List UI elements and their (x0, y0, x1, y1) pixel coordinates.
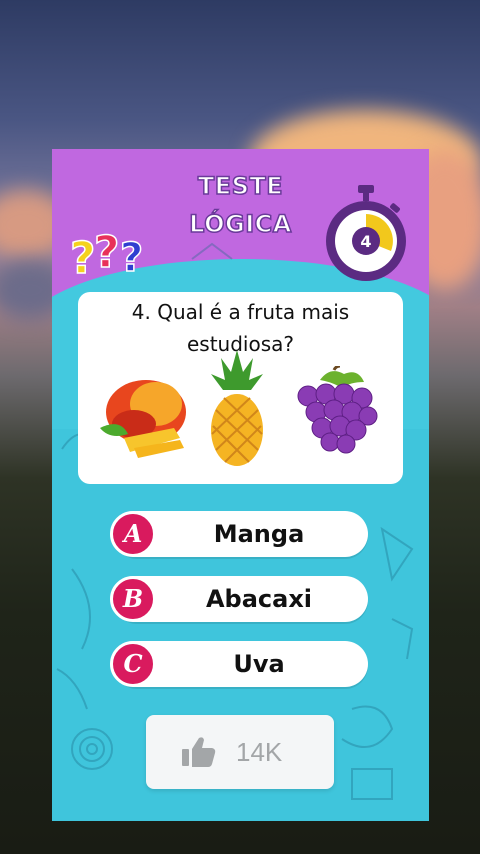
answer-letter-badge: A (110, 511, 156, 557)
answer-label: Manga (213, 520, 305, 548)
question-line-1: 4. Qual é a fruta mais (131, 300, 350, 324)
svg-text:?: ? (120, 235, 143, 281)
pineapple-icon (211, 350, 263, 466)
like-button[interactable]: 14K (146, 715, 334, 789)
question-marks-icon: ? ? ? (70, 226, 144, 281)
answer-option-b[interactable]: B Abacaxi (110, 576, 368, 622)
answer-option-a[interactable]: A Manga (110, 511, 368, 557)
mango-icon (100, 380, 186, 458)
answer-letter-badge: C (110, 641, 156, 687)
answer-label: Uva (233, 650, 285, 678)
thumbs-up-icon (182, 737, 216, 767)
quiz-card: TESTE LÓGICA ? ? ? 4 4. Qual é a fruta m… (52, 149, 429, 821)
answer-label: Abacaxi (205, 585, 313, 613)
grapes-icon (297, 366, 378, 454)
answer-letter-badge: B (110, 576, 156, 622)
stopwatch-icon: 4 (326, 185, 406, 281)
like-count: 14K (236, 737, 283, 767)
answer-option-c[interactable]: C Uva (110, 641, 368, 687)
svg-text:?: ? (70, 233, 96, 281)
question-box: 4. Qual é a fruta mais estudiosa? (78, 292, 403, 484)
countdown-timer: 4 (324, 183, 408, 283)
svg-text:?: ? (94, 227, 120, 278)
timer-value: 4 (360, 232, 371, 251)
